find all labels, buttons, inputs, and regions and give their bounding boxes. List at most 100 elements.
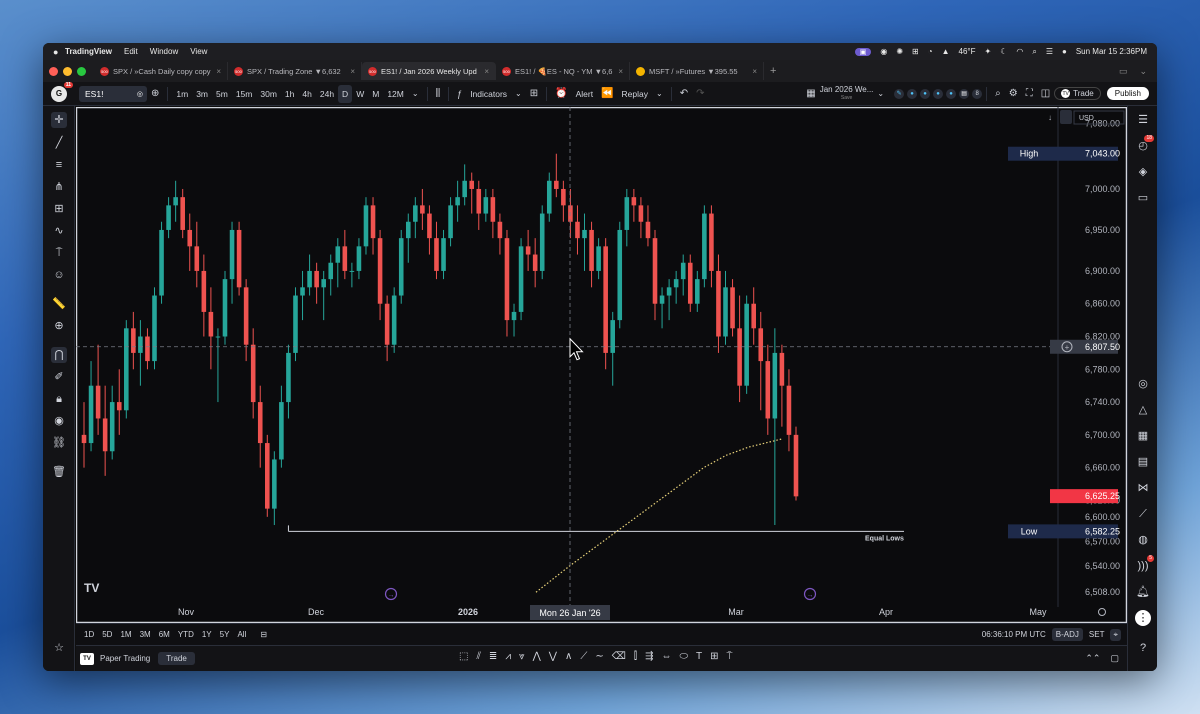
menu-window[interactable]: Window bbox=[150, 47, 178, 56]
trend-line-icon[interactable]: ╱ bbox=[51, 135, 67, 151]
interval-1h[interactable]: 1h bbox=[281, 85, 298, 103]
indicators-icon[interactable]: ƒ bbox=[453, 89, 466, 99]
siri-icon[interactable]: ● bbox=[1062, 47, 1067, 56]
emoji-icon[interactable]: ☺ bbox=[51, 267, 67, 283]
maximize-window-button[interactable] bbox=[77, 66, 86, 76]
range-ytd[interactable]: YTD bbox=[174, 630, 198, 639]
control-center-icon[interactable]: ☰ bbox=[1046, 47, 1053, 56]
auto-scale-icon[interactable]: ⌖ bbox=[1110, 628, 1121, 641]
symbol-search-input[interactable]: ES1! ◎ bbox=[79, 85, 147, 102]
utc-clock[interactable]: 06:36:10 PM UTC bbox=[982, 630, 1046, 639]
interval-m[interactable]: M bbox=[368, 85, 383, 103]
menu-app-name[interactable]: TradingView bbox=[65, 47, 112, 56]
brightness-icon[interactable]: ✺ bbox=[896, 47, 903, 56]
range-1m[interactable]: 1M bbox=[116, 630, 135, 639]
apple-icon[interactable]: ● bbox=[53, 47, 65, 57]
chevron-down-icon[interactable]: ⌄ bbox=[511, 89, 526, 98]
fib-tool-icon[interactable]: ⫽ bbox=[476, 651, 480, 662]
quick-search-icon[interactable]: ⌕ bbox=[991, 88, 1005, 99]
target-icon[interactable]: ◎ bbox=[1135, 376, 1151, 392]
chevron-down-icon[interactable]: ⌄ bbox=[1139, 66, 1147, 77]
chat-icon[interactable]: ▭ bbox=[1135, 190, 1151, 206]
horizontal-lines-icon[interactable]: ≡ bbox=[51, 157, 67, 173]
ruler-icon[interactable]: 📏 bbox=[51, 296, 67, 312]
indicators-button[interactable]: Indicators bbox=[466, 85, 511, 103]
price-chart[interactable]: Equal Lows7,080.007,000.006,950.006,900.… bbox=[76, 107, 1127, 623]
range-1d[interactable]: 1D bbox=[80, 630, 98, 639]
interval-w[interactable]: W bbox=[352, 85, 368, 103]
curve-icon[interactable]: ⬭ bbox=[679, 651, 688, 662]
apps-icon[interactable]: ⋮ bbox=[1135, 610, 1151, 626]
sparkle-icon[interactable]: ✦ bbox=[984, 47, 991, 56]
layout-icon[interactable]: ▭ bbox=[1119, 66, 1128, 77]
pattern-icon[interactable]: ∿ bbox=[51, 223, 67, 239]
screen-record-icon[interactable]: ▣ bbox=[854, 47, 872, 56]
lock-icon[interactable]: 🔒︎ bbox=[51, 391, 67, 407]
wave-pattern-icon[interactable]: ∧ bbox=[565, 651, 572, 662]
chart-pane[interactable]: Equal Lows 7,080.00 7,000.00 6,950.00 6,900.… bbox=[76, 107, 1127, 623]
replay-icon[interactable]: ⏪ bbox=[597, 88, 617, 99]
candles-icon[interactable]: ⫼ bbox=[432, 88, 445, 99]
network-icon[interactable]: ⋈ bbox=[1135, 480, 1151, 496]
wifi-icon[interactable]: ◠ bbox=[1016, 47, 1023, 56]
auto-scale-button[interactable] bbox=[1060, 110, 1072, 124]
eraser-icon[interactable]: ⌫ bbox=[612, 651, 626, 662]
dot-count[interactable]: 8 bbox=[972, 88, 983, 99]
close-icon[interactable]: × bbox=[484, 67, 489, 76]
search-icon[interactable]: ⌕ bbox=[1032, 47, 1036, 57]
interval-1m[interactable]: 1m bbox=[172, 85, 192, 103]
close-icon[interactable]: × bbox=[350, 67, 355, 76]
tab-msft-futures[interactable]: MSFT / »Futures ▼395.55 × bbox=[630, 62, 764, 80]
close-window-button[interactable] bbox=[49, 66, 58, 76]
brush-icon[interactable]: ⍑ bbox=[51, 245, 67, 261]
dot-icon[interactable]: ● bbox=[907, 88, 918, 99]
maximize-panel-icon[interactable]: ▢ bbox=[1110, 653, 1119, 664]
elliott-wave-icon[interactable]: ⋁ bbox=[549, 651, 557, 662]
range-3m[interactable]: 3M bbox=[136, 630, 155, 639]
replay-button[interactable]: Replay bbox=[618, 85, 652, 103]
eye-icon[interactable]: ◉ bbox=[51, 413, 67, 429]
news-icon[interactable]: ▤ bbox=[1135, 454, 1151, 470]
long-position-icon[interactable]: ⩘ bbox=[505, 651, 511, 662]
tab-spx-trading-zone[interactable]: 500 SPX / Trading Zone ▼6,632 × bbox=[228, 62, 362, 80]
bottom-trade-button[interactable]: Trade bbox=[158, 652, 195, 665]
weather-temp[interactable]: 46°F bbox=[959, 47, 976, 56]
polyline-icon[interactable]: ⟋ bbox=[580, 651, 587, 662]
interval-15m[interactable]: 15m bbox=[232, 85, 257, 103]
weather-icon[interactable]: ▲ bbox=[942, 47, 950, 56]
stream-icon[interactable]: ))) 5 bbox=[1135, 555, 1154, 574]
path-icon[interactable]: ∼ bbox=[595, 651, 603, 662]
close-icon[interactable]: × bbox=[618, 67, 623, 76]
badj-button[interactable]: B-ADJ bbox=[1051, 628, 1083, 641]
zoom-icon[interactable]: ⊕ bbox=[51, 318, 67, 334]
menubar-datetime[interactable]: Sun Mar 15 2:36PM bbox=[1076, 47, 1147, 56]
interval-5m[interactable]: 5m bbox=[212, 85, 232, 103]
dot-icon[interactable]: ● bbox=[920, 88, 931, 99]
globe-icon[interactable]: ◍ bbox=[1135, 532, 1151, 548]
lock-drawing-icon[interactable]: ✐ bbox=[51, 369, 67, 385]
moon-icon[interactable]: ☾ bbox=[1000, 47, 1007, 56]
alert-button[interactable]: Alert bbox=[572, 85, 597, 103]
range-all[interactable]: All bbox=[233, 630, 250, 639]
abcd-pattern-icon[interactable]: ⩔ bbox=[519, 651, 525, 662]
redo-icon[interactable]: ↷ bbox=[692, 88, 708, 99]
calendar-icon[interactable]: ▦ bbox=[1135, 428, 1151, 444]
fullscreen-icon[interactable]: ⛶ bbox=[1022, 88, 1037, 99]
watchlist-icon[interactable]: ☰ bbox=[1135, 112, 1151, 128]
alert-icon[interactable]: ⏰ bbox=[551, 88, 571, 99]
publish-button[interactable]: Publish bbox=[1106, 87, 1149, 100]
channel-icon[interactable]: ⇶ bbox=[645, 651, 653, 662]
speedometer-icon[interactable]: ◔ bbox=[928, 47, 933, 56]
minimize-window-button[interactable] bbox=[63, 66, 72, 76]
table-icon[interactable]: ⊞ bbox=[710, 651, 718, 662]
eye-icon[interactable]: ◎ bbox=[137, 90, 143, 98]
range-5d[interactable]: 5D bbox=[98, 630, 116, 639]
chevron-down-icon[interactable]: ⌄ bbox=[873, 89, 888, 98]
parallel-lines-icon[interactable]: ≣ bbox=[489, 651, 497, 662]
layout-name-button[interactable]: Jan 2026 We... Save bbox=[820, 85, 874, 102]
bell-icon[interactable]: 🔔︎ bbox=[1135, 584, 1151, 600]
add-symbol-icon[interactable]: ⊕ bbox=[147, 88, 163, 99]
range-5y[interactable]: 5Y bbox=[216, 630, 234, 639]
dot-icon[interactable]: ● bbox=[933, 88, 944, 99]
tab-es1-nq-ym[interactable]: 500 ES1! / 🍕ES - NQ - YM ▼6,6 × bbox=[496, 62, 630, 80]
